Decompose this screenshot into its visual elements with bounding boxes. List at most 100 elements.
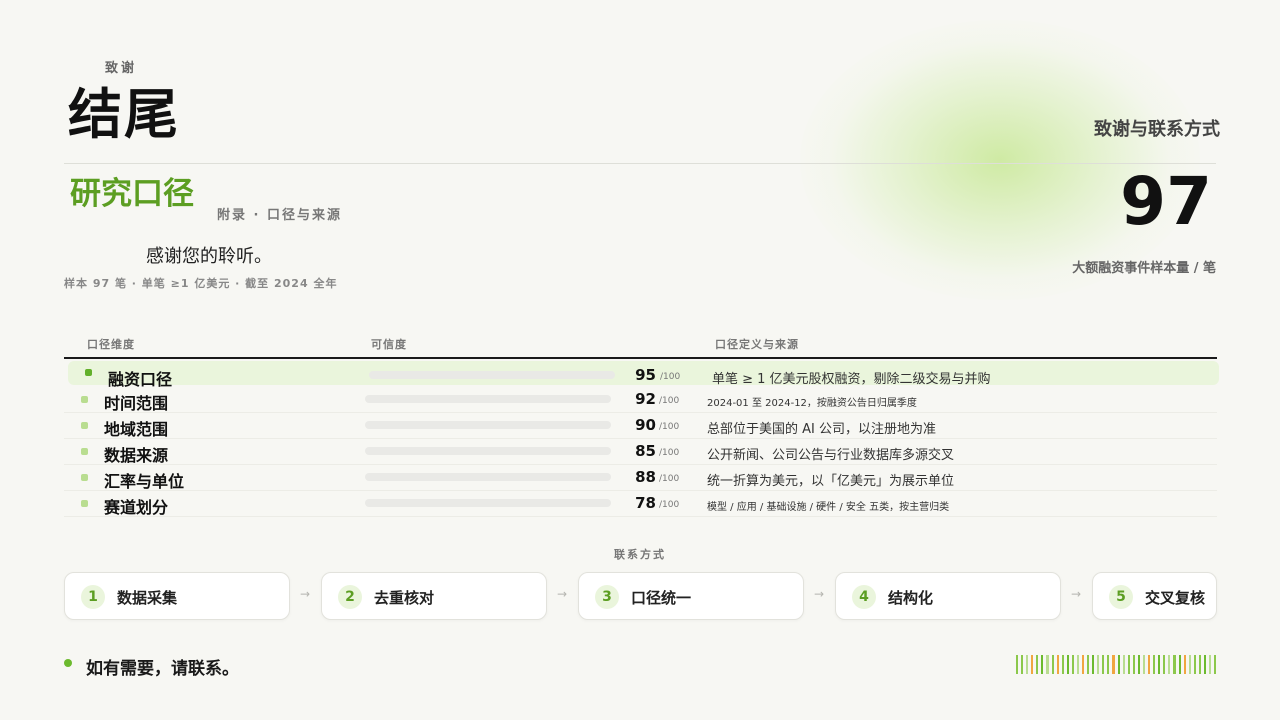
barcode-stripe — [1158, 655, 1161, 674]
row-bullet — [81, 422, 88, 429]
flow-step-label: 去重核对 — [374, 589, 435, 607]
flow-step-label: 数据采集 — [117, 589, 178, 607]
flow-label: 联系方式 — [614, 548, 666, 561]
barcode-stripe — [1087, 655, 1090, 674]
confidence-bar — [365, 395, 611, 403]
barcode-stripe — [1051, 655, 1054, 674]
confidence-bar — [365, 447, 611, 455]
barcode-stripe — [1066, 655, 1069, 674]
confidence-bar — [365, 421, 611, 429]
confidence-bar — [369, 371, 615, 379]
row-definition: 统一折算为美元，以「亿美元」为展示单位 — [707, 474, 955, 489]
barcode-stripe — [1168, 655, 1171, 674]
barcode-stripe — [1092, 655, 1095, 674]
barcode-stripe — [1021, 655, 1024, 674]
barcode-stripe — [1016, 655, 1019, 674]
row-divider — [64, 516, 1217, 517]
table-row: 融资口径 95/100 单笔 ≥ 1 亿美元股权融资，剔除二级交易与并购 — [68, 361, 1219, 389]
row-definition: 总部位于美国的 AI 公司，以注册地为准 — [707, 422, 936, 437]
row-score: 88 — [635, 468, 656, 486]
table-row: 赛道划分 78/100 模型 / 应用 / 基础设施 / 硬件 / 安全 五类，按主… — [64, 491, 1217, 517]
row-dimension: 数据来源 — [104, 446, 169, 465]
barcode-stripe — [1142, 655, 1146, 674]
column-header-definition: 口径定义与来源 — [715, 338, 799, 351]
barcode-stripe — [1071, 655, 1074, 674]
barcode-stripe — [1137, 655, 1140, 674]
arrow-right-icon: → — [300, 587, 311, 601]
arrow-right-icon: → — [557, 587, 568, 601]
barcode-stripe — [1163, 655, 1166, 674]
row-score-denominator: /100 — [659, 422, 680, 432]
section-title: 研究口径 — [70, 176, 194, 212]
flow-step-number: 5 — [1109, 585, 1133, 609]
barcode-stripe — [1203, 655, 1206, 674]
row-dimension: 汇率与单位 — [104, 472, 185, 491]
barcode-stripe — [1097, 655, 1100, 674]
contact-text: 如有需要，请联系。 — [86, 659, 239, 679]
row-definition: 2024-01 至 2024-12，按融资公告日归属季度 — [707, 398, 917, 409]
decorative-barcode — [1016, 655, 1217, 674]
flow-step-label: 口径统一 — [631, 589, 692, 607]
row-score: 78 — [635, 494, 656, 512]
flow-step: 4 结构化 — [835, 572, 1061, 620]
row-score-denominator: /100 — [659, 396, 680, 406]
barcode-stripe — [1122, 655, 1125, 674]
row-score-denominator: /100 — [659, 448, 680, 458]
barcode-stripe — [1127, 655, 1130, 674]
flow-step: 2 去重核对 — [321, 572, 547, 620]
row-bullet — [81, 396, 88, 403]
barcode-stripe — [1112, 655, 1115, 674]
barcode-stripe — [1041, 655, 1044, 674]
row-bullet — [81, 474, 88, 481]
barcode-stripe — [1148, 655, 1151, 674]
barcode-stripe — [1153, 655, 1156, 674]
flow-step: 5 交叉复核 — [1092, 572, 1217, 620]
table-row: 地域范围 90/100 总部位于美国的 AI 公司，以注册地为准 — [64, 413, 1217, 439]
table-row: 时间范围 92/100 2024-01 至 2024-12，按融资公告日归属季度 — [64, 387, 1217, 413]
table-row: 汇率与单位 88/100 统一折算为美元，以「亿美元」为展示单位 — [64, 465, 1217, 491]
barcode-stripe — [1173, 655, 1176, 674]
row-score-denominator: /100 — [659, 500, 680, 510]
sample-meta: 样本 97 笔 · 单笔 ≥1 亿美元 · 截至 2024 全年 — [64, 277, 338, 290]
row-score: 85 — [635, 442, 656, 460]
barcode-stripe — [1031, 655, 1034, 674]
right-heading: 致谢与联系方式 — [1094, 119, 1220, 140]
page-title: 结尾 — [68, 83, 180, 146]
column-header-confidence: 可信度 — [371, 338, 407, 351]
flow-step-label: 结构化 — [888, 589, 934, 607]
barcode-stripe — [1046, 655, 1049, 674]
barcode-stripe — [1208, 655, 1212, 674]
row-score: 95 — [635, 366, 656, 384]
barcode-stripe — [1061, 655, 1064, 674]
barcode-stripe — [1026, 655, 1029, 674]
flow-step: 3 口径统一 — [578, 572, 804, 620]
barcode-stripe — [1082, 655, 1085, 674]
row-dimension: 地域范围 — [104, 420, 169, 439]
flow-step-number: 2 — [338, 585, 362, 609]
contact-bullet — [64, 659, 72, 667]
row-dimension: 赛道划分 — [104, 498, 169, 517]
barcode-stripe — [1193, 655, 1196, 674]
barcode-stripe — [1102, 655, 1105, 674]
row-score: 92 — [635, 390, 656, 408]
barcode-stripe — [1214, 655, 1217, 674]
flow-step: 1 数据采集 — [64, 572, 290, 620]
barcode-stripe — [1036, 655, 1039, 674]
row-dimension: 时间范围 — [104, 394, 169, 413]
row-definition: 单笔 ≥ 1 亿美元股权融资，剔除二级交易与并购 — [712, 372, 991, 387]
table-row: 数据来源 85/100 公开新闻、公司公告与行业数据库多源交叉 — [64, 439, 1217, 465]
barcode-stripe — [1188, 655, 1191, 674]
row-bullet — [81, 448, 88, 455]
flow-step-number: 3 — [595, 585, 619, 609]
thanks-text: 感谢您的聆听。 — [146, 246, 272, 267]
section-subtitle: 附录 · 口径与来源 — [217, 208, 342, 223]
barcode-stripe — [1076, 655, 1080, 674]
barcode-stripe — [1107, 655, 1110, 674]
kpi-label: 大额融资事件样本量 / 笔 — [1072, 261, 1216, 276]
table-header-rule — [64, 357, 1217, 359]
row-bullet — [81, 500, 88, 507]
confidence-bar — [365, 499, 611, 507]
flow-step-number: 1 — [81, 585, 105, 609]
barcode-stripe — [1117, 655, 1120, 674]
confidence-bar — [365, 473, 611, 481]
